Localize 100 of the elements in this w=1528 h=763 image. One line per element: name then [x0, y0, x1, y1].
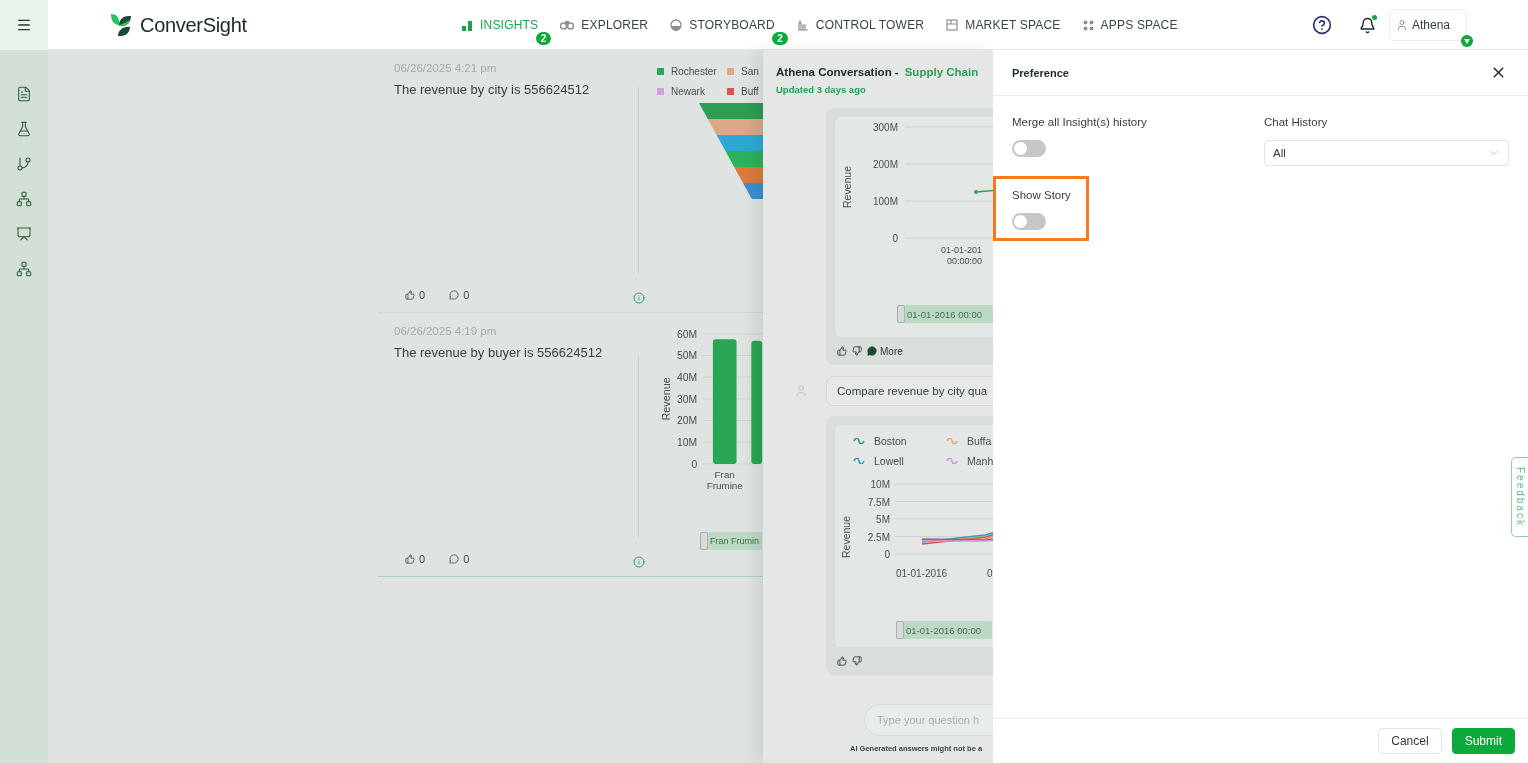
tick-label: 10M [677, 437, 698, 449]
menu-icon [16, 17, 32, 33]
setting-label: Show Story [1012, 189, 1072, 201]
sidebar-item[interactable] [16, 121, 32, 137]
comment-button[interactable]: 0 [449, 553, 470, 565]
timestamp: 06/26/2025 4:21 pm [394, 62, 498, 74]
toggle-switch[interactable] [1012, 213, 1046, 230]
notifications-button[interactable] [1359, 16, 1376, 34]
thumbs-up-icon[interactable] [837, 656, 847, 666]
chat-bubble-icon [867, 346, 877, 356]
tick-label: 01-01-201 00:00:00 [941, 245, 983, 266]
tick-label: 200M [873, 159, 898, 170]
legend-label: Rochester [671, 66, 717, 77]
brand-name: ConverSight [140, 13, 247, 37]
toggle-switch[interactable] [1012, 140, 1046, 157]
hierarchy-icon [16, 191, 32, 207]
nav-tab[interactable]: MARKET SPACE [946, 18, 1061, 32]
question-text: Compare revenue by city qua [826, 376, 993, 406]
hierarchy-icon [16, 261, 32, 277]
updated-text: Updated 3 days ago [776, 84, 867, 95]
caret-icon[interactable] [1461, 35, 1473, 47]
insight-text: The revenue by city is 556624512 [394, 82, 591, 97]
thumbs-up-icon [405, 290, 415, 300]
legend-label: Buff [741, 86, 759, 97]
insight-text: The revenue by buyer is 556624512 [394, 345, 604, 360]
info-icon [632, 292, 645, 304]
count-badge: 2 [772, 32, 788, 45]
like-button[interactable]: 0 [405, 553, 426, 565]
tick-label: 0 [691, 458, 698, 470]
cancel-button[interactable]: Cancel [1378, 728, 1442, 754]
presentation-icon [16, 226, 32, 242]
slider-handle[interactable] [897, 305, 905, 323]
sidebar-item[interactable] [16, 86, 32, 102]
flask-icon [16, 121, 32, 137]
range-label: 01-01-2016 00:00 [905, 624, 981, 636]
setting-label: Merge all Insight(s) history [1012, 116, 1148, 128]
axis-title: Revenue [840, 516, 852, 558]
sidebar-item[interactable] [16, 156, 32, 172]
tick-label: 60M [677, 328, 698, 340]
legend-label: Lowell [874, 455, 904, 467]
comment-icon [449, 290, 460, 300]
user-icon [1396, 19, 1408, 31]
comment-icon [449, 554, 460, 564]
globe-icon [670, 19, 683, 31]
thumbs-up-icon[interactable] [837, 346, 847, 356]
range-slider[interactable]: Fran Frumin [700, 532, 762, 550]
tick-label: 40M [677, 372, 698, 384]
user-menu-button[interactable]: Athena [1389, 9, 1467, 41]
info-icon [632, 556, 645, 568]
logo-icon [108, 12, 134, 38]
tick-label: 01-01-2016 [896, 568, 948, 579]
category-label: Fran Frumine [706, 468, 743, 491]
nav-tab[interactable]: APPS SPACE [1082, 18, 1178, 32]
thumbs-down-icon[interactable] [852, 346, 862, 356]
dropdown-select[interactable]: All [1264, 140, 1509, 166]
range-slider[interactable]: 01-01-2016 00:00 [897, 305, 993, 323]
help-button[interactable] [1312, 15, 1332, 35]
like-button[interactable]: 0 [405, 289, 426, 301]
tick-label: 50M [677, 350, 698, 362]
sidebar-item[interactable] [16, 191, 32, 207]
legend-label: Buffa [967, 435, 992, 447]
user-icon [794, 384, 808, 398]
range-label: 01-01-2016 00:00 [906, 308, 982, 320]
tick-label: 0 [987, 568, 993, 579]
thumbs-down-icon[interactable] [852, 656, 862, 666]
question-input[interactable]: Type your question h [864, 704, 993, 736]
slider-handle[interactable] [896, 621, 904, 639]
setting-label: Chat History [1264, 116, 1329, 128]
count-badge: 2 [535, 32, 552, 45]
sidebar-item[interactable] [16, 226, 32, 242]
tick-label: 7.5M [867, 496, 890, 508]
legend-label: Manh [967, 455, 993, 467]
nav-tab[interactable]: STORYBOARD [670, 18, 775, 32]
timestamp: 06/26/2025 4:19 pm [394, 325, 498, 337]
drawer-title: Preference [1012, 66, 1069, 79]
tick-label: 2.5M [867, 531, 890, 543]
axis-title: Revenue [841, 166, 853, 208]
legend-label: Boston [874, 435, 907, 447]
tick-label: 0 [884, 549, 890, 560]
conversation-title: Athena Conversation - [776, 66, 899, 78]
range-label: Fran Frumin [709, 536, 759, 546]
bar-chart-icon [462, 19, 473, 31]
legend-label: San [741, 66, 759, 77]
nav-tab[interactable]: CONTROL TOWER [796, 18, 925, 32]
apps-icon [1082, 19, 1094, 31]
thumbs-up-icon [405, 554, 415, 564]
more-button[interactable]: More [867, 345, 903, 357]
line-chart-drawing [974, 189, 993, 194]
help-icon [1312, 15, 1332, 35]
range-slider[interactable]: 01-01-2016 00:00 [896, 621, 992, 639]
tick-label: 5M [876, 514, 890, 525]
comment-button[interactable]: 0 [449, 289, 470, 301]
bell-icon [1359, 16, 1376, 34]
document-icon [16, 86, 32, 102]
sidebar-item[interactable] [16, 261, 32, 277]
branch-icon [16, 156, 32, 172]
tick-label: 300M [873, 122, 898, 133]
nav-tab[interactable]: EXPLORER [560, 18, 649, 32]
slider-handle[interactable] [700, 532, 708, 550]
binoculars-icon [560, 20, 575, 30]
